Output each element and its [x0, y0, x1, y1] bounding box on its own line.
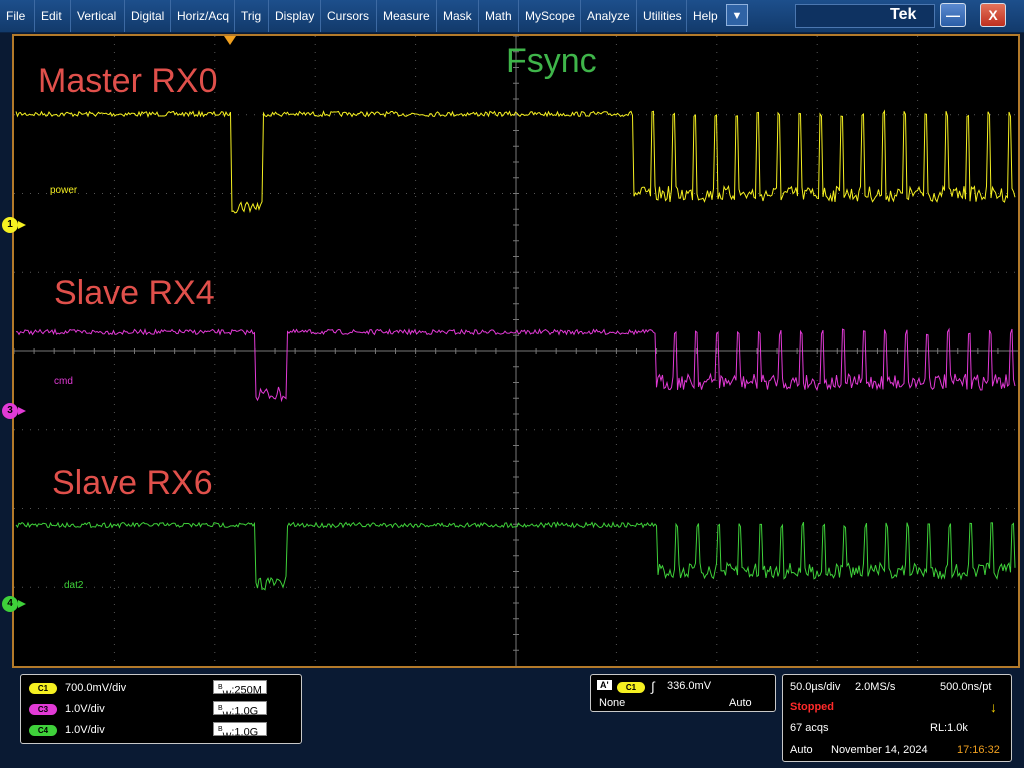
menu-cursors[interactable]: Cursors — [320, 0, 376, 32]
menu-trig[interactable]: Trig — [234, 0, 266, 32]
sample-rate: 2.0MS/s — [855, 681, 896, 693]
vertical-scale: 700.0mV/div — [65, 682, 127, 694]
trigger-slope-icon: ∫ — [651, 679, 655, 694]
menu-utilities[interactable]: Utilities — [636, 0, 686, 32]
channel-badge: C4 — [29, 724, 57, 736]
acquisition-state: Stopped — [790, 701, 834, 713]
menu-horiz-acq[interactable]: Horiz/Acq — [170, 0, 234, 32]
vertical-settings-panel[interactable]: C1 700.0mV/div BW:250M C3 1.0V/div BW:1.0G… — [20, 674, 302, 744]
tek-logo: Tek — [890, 6, 917, 23]
menu-vertical[interactable]: Vertical — [70, 0, 124, 32]
vertical-row-c4[interactable]: C4 1.0V/div — [29, 722, 105, 738]
trigger-source-badge: C1 — [617, 682, 645, 693]
menu-math[interactable]: Math — [478, 0, 518, 32]
dropdown-arrow-button[interactable]: ▼ — [726, 4, 748, 26]
channel4-name: dat2 — [64, 580, 84, 591]
menu-help[interactable]: Help — [686, 0, 722, 32]
channel-badge: C3 — [29, 703, 57, 715]
minimize-button[interactable]: — — [940, 3, 966, 27]
trigger-a-badge: A' — [597, 680, 612, 690]
channel1-marker[interactable]: 1 — [2, 217, 26, 233]
close-button[interactable]: X — [980, 3, 1006, 27]
label-slave-rx6: Slave RX6 — [52, 464, 213, 502]
trigger-level: 336.0mV — [667, 680, 712, 692]
waveform-display[interactable] — [12, 34, 1020, 668]
acquisition-mode: Auto — [790, 744, 813, 756]
menu-edit[interactable]: Edit — [34, 0, 70, 32]
trigger-panel[interactable]: A' C1 ∫ 336.0mV None Auto — [590, 674, 776, 712]
bandwidth-field[interactable]: BW:250M — [213, 680, 267, 699]
bandwidth-field[interactable]: BW:1.0G — [213, 722, 267, 741]
vertical-scale: 1.0V/div — [65, 724, 105, 736]
menu-file[interactable]: File — [0, 0, 34, 32]
channel1-name: power — [50, 185, 78, 196]
menu-measure[interactable]: Measure — [376, 0, 436, 32]
date: November 14, 2024 — [831, 744, 928, 756]
menu-mask[interactable]: Mask — [436, 0, 476, 32]
time: 17:16:32 — [957, 744, 1000, 756]
label-master-rx0: Master RX0 — [38, 62, 218, 100]
label-fsync: Fsync — [506, 42, 597, 80]
channel-badge: C1 — [29, 682, 57, 694]
vertical-row-c3[interactable]: C3 1.0V/div — [29, 701, 105, 717]
acquisition-count: 67 acqs — [790, 722, 829, 734]
acquisition-panel[interactable]: 50.0µs/div 2.0MS/s 500.0ns/pt Stopped ↓ … — [782, 674, 1012, 762]
resolution: 500.0ns/pt — [940, 681, 992, 693]
record-length: RL:1.0k — [930, 722, 968, 734]
channel3-marker[interactable]: 3 — [2, 403, 26, 419]
menu-bar: File Edit Vertical Digital Horiz/Acq Tri… — [0, 0, 1024, 33]
bandwidth-field[interactable]: BW:1.0G — [213, 701, 267, 720]
menu-digital[interactable]: Digital — [124, 0, 168, 32]
timebase: 50.0µs/div — [790, 681, 841, 693]
vertical-scale: 1.0V/div — [65, 703, 105, 715]
label-slave-rx4: Slave RX4 — [54, 274, 215, 312]
channel3-name: cmd — [54, 376, 73, 387]
graticule — [14, 36, 1018, 666]
menu-myscope[interactable]: MyScope — [518, 0, 580, 32]
channel4-marker[interactable]: 4 — [2, 596, 26, 612]
menu-analyze[interactable]: Analyze — [580, 0, 636, 32]
trigger-status-icon: ↓ — [990, 699, 997, 715]
trigger-mode: Auto — [729, 697, 752, 709]
menu-display[interactable]: Display — [268, 0, 320, 32]
vertical-row-c1[interactable]: C1 700.0mV/div — [29, 680, 126, 696]
trigger-coupling: None — [599, 697, 626, 709]
trigger-position-marker[interactable] — [224, 36, 236, 45]
